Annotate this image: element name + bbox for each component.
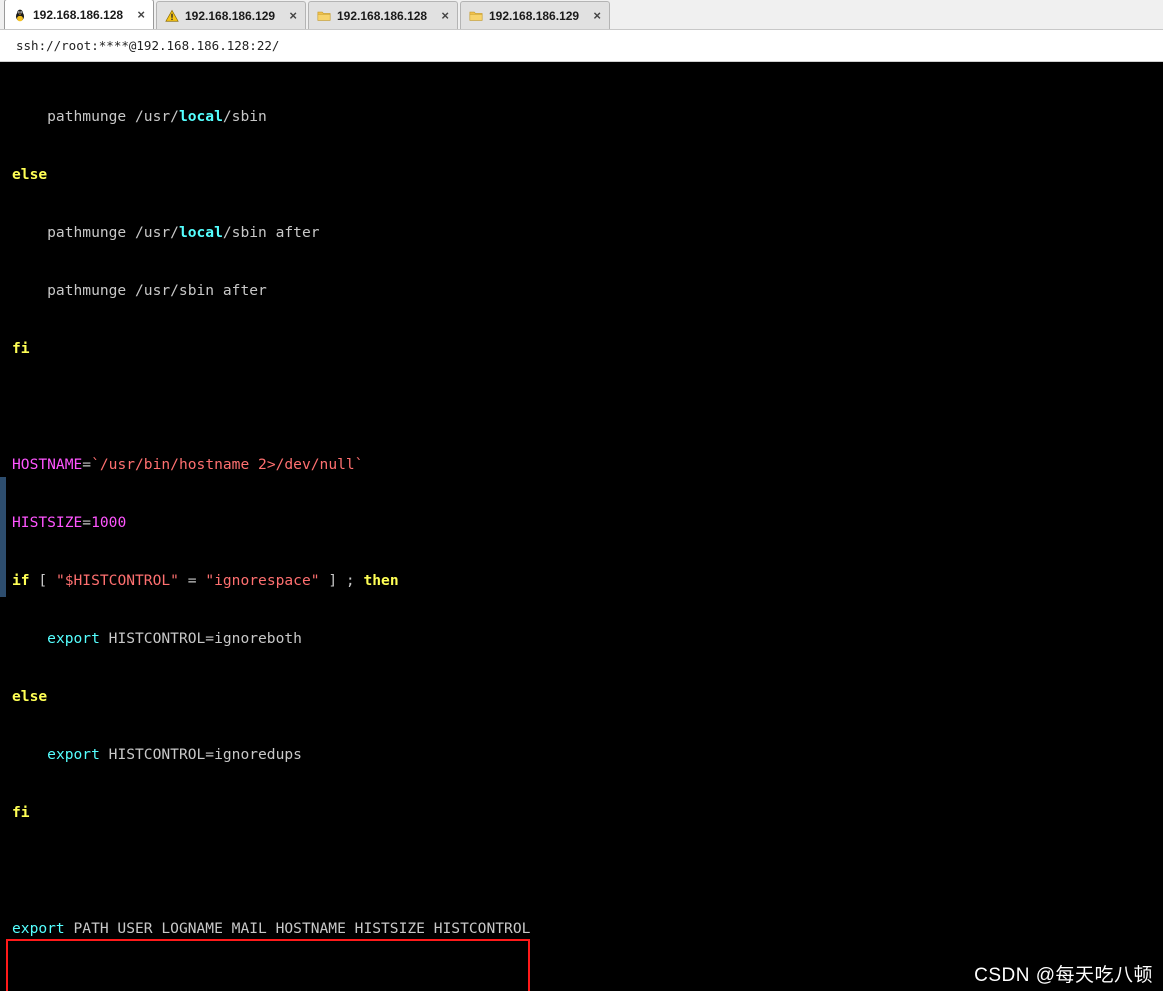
terminal-line: export PATH USER LOGNAME MAIL HOSTNAME H…	[12, 920, 531, 938]
tab-label: 192.168.186.128	[337, 8, 428, 23]
terminal-line: else	[12, 165, 48, 183]
terminal-line: HOSTNAME=`/usr/bin/hostname 2>/dev/null`	[12, 455, 364, 473]
warning-triangle-icon	[165, 9, 179, 23]
terminal-line: export HISTCONTROL=ignoreboth	[47, 629, 302, 647]
tab-label: 192.168.186.129	[185, 8, 276, 23]
close-icon[interactable]: ×	[433, 9, 449, 22]
terminal-line: pathmunge /usr/local/sbin after	[12, 223, 320, 241]
tab-sftp-2[interactable]: 192.168.186.129 ×	[460, 1, 610, 29]
scrollbar-right[interactable]	[1157, 62, 1163, 991]
tab-label: 192.168.186.128	[33, 7, 124, 22]
close-icon[interactable]: ×	[129, 8, 145, 21]
tab-bar: 192.168.186.128 × 192.168.186.129 × 192.…	[0, 0, 1163, 30]
close-icon[interactable]: ×	[281, 9, 297, 22]
terminal-line: fi	[12, 339, 30, 357]
folder-icon	[469, 9, 483, 23]
terminal-line: export HISTCONTROL=ignoredups	[47, 746, 302, 764]
tab-sftp-1[interactable]: 192.168.186.128 ×	[308, 1, 458, 29]
tab-session-1[interactable]: 192.168.186.128 ×	[4, 0, 154, 29]
terminal-pane[interactable]: pathmunge /usr/local/sbin else pathmunge…	[0, 62, 1163, 991]
terminal-line: pathmunge /usr/sbin after	[12, 281, 267, 299]
address-bar[interactable]: ssh://root:****@192.168.186.128:22/	[0, 30, 1163, 62]
tab-label: 192.168.186.129	[489, 8, 580, 23]
tab-session-2[interactable]: 192.168.186.129 ×	[156, 1, 306, 29]
linux-penguin-icon	[13, 8, 27, 22]
session-url: ssh://root:****@192.168.186.128:22/	[16, 38, 280, 53]
terminal-line: else	[12, 688, 48, 705]
terminal-text: pathmunge /usr/local/sbin else pathmunge…	[0, 62, 662, 991]
watermark: CSDN @每天吃八顿	[974, 965, 1153, 986]
terminal-line: if [ "$HISTCONTROL" = "ignorespace" ] ; …	[12, 571, 399, 589]
terminal-line: fi	[12, 804, 30, 822]
close-icon[interactable]: ×	[585, 9, 601, 22]
terminal-line: HISTSIZE=1000	[12, 513, 127, 531]
terminal-line: pathmunge /usr/local/sbin	[12, 107, 267, 125]
folder-icon	[317, 9, 331, 23]
